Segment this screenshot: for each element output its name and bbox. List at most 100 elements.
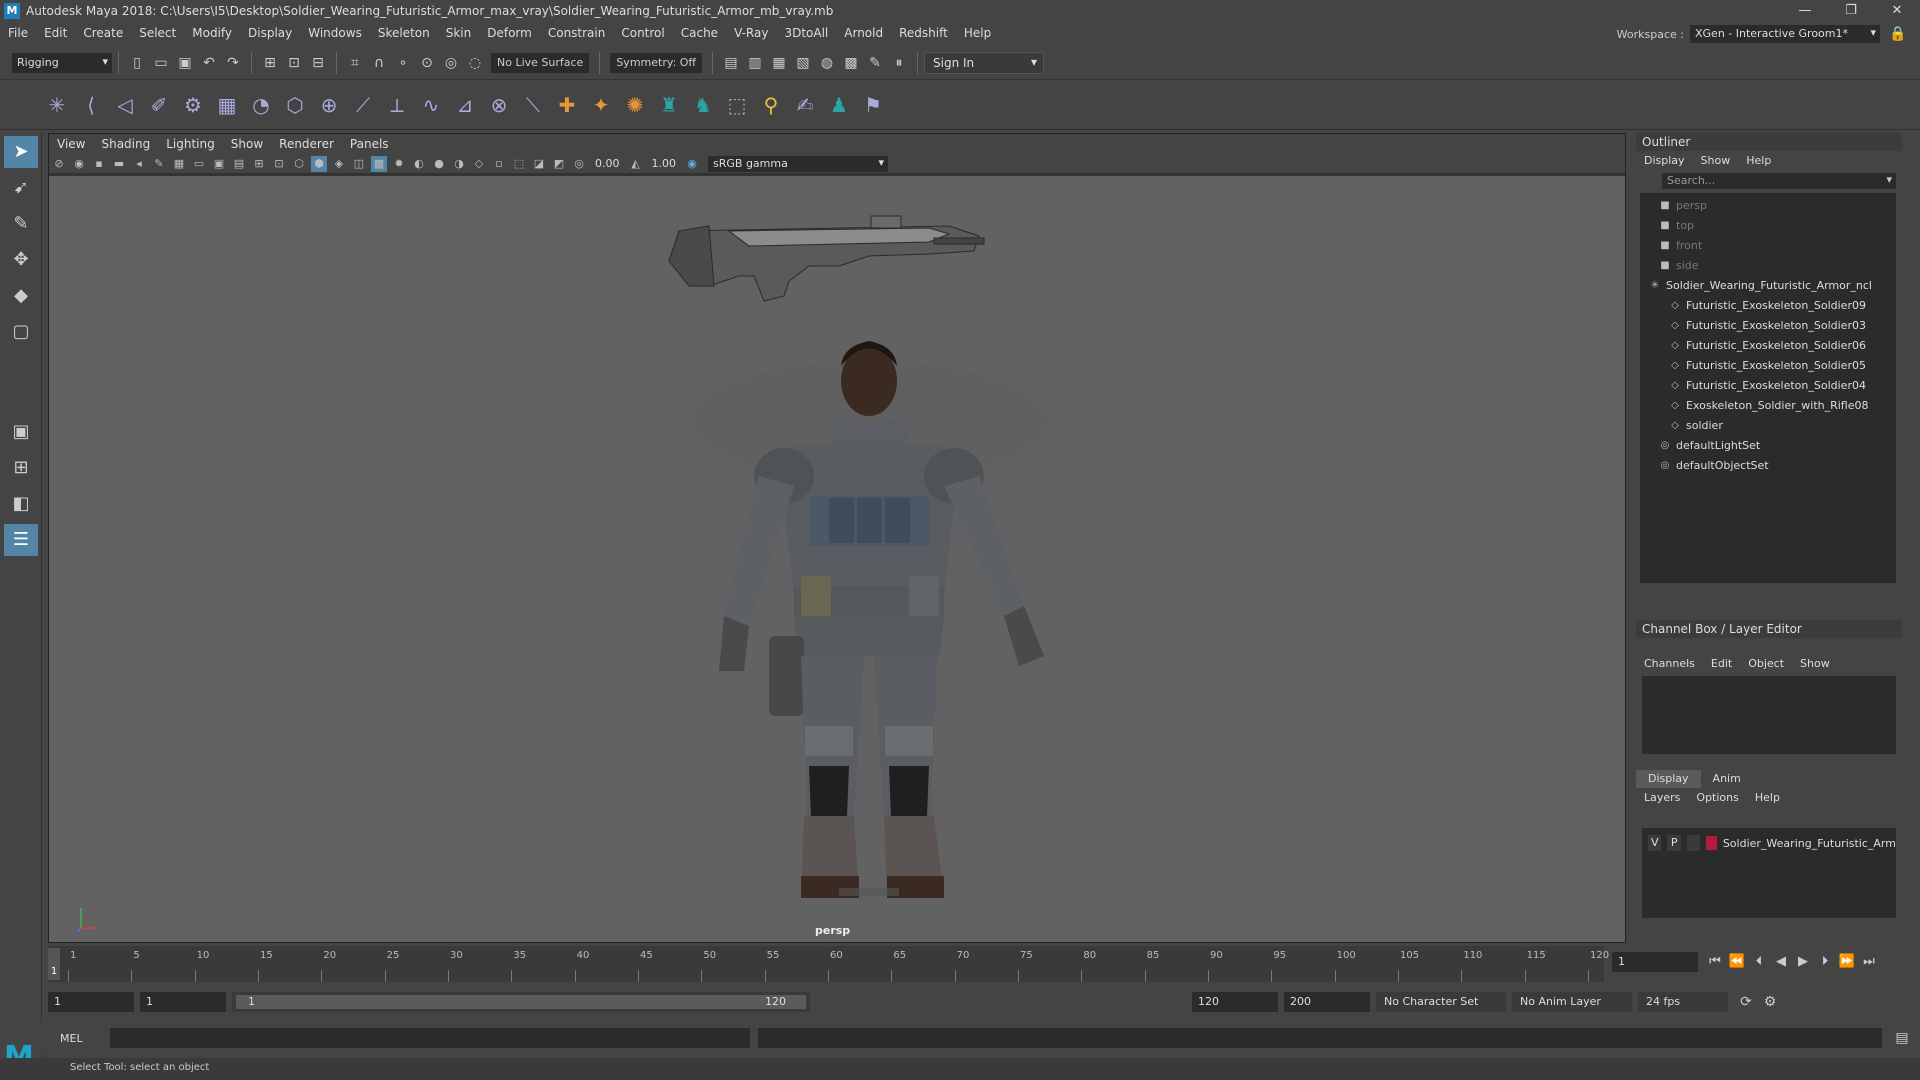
outliner-item[interactable]: ◇ Futuristic_Exoskeleton_Soldier04 (1640, 375, 1896, 395)
color-management-icon[interactable]: ◉ (684, 156, 700, 172)
ambient-occlusion-icon[interactable]: ● (431, 156, 447, 172)
vray-render-icon[interactable]: ▩ (841, 53, 861, 73)
step-forward-key-icon[interactable]: ⏩ (1836, 952, 1858, 972)
menu-windows[interactable]: Windows (300, 26, 370, 40)
select-component-icon[interactable]: ⊟ (308, 53, 328, 73)
paint-weights-icon[interactable]: ◔ (247, 91, 275, 119)
channel-box-area[interactable] (1642, 676, 1896, 754)
lock-icon[interactable]: 🔒 (1888, 24, 1908, 44)
outliner-item[interactable]: ■ persp (1640, 195, 1896, 215)
render-icon[interactable]: ▤ (721, 53, 741, 73)
anti-alias-icon[interactable]: ◇ (471, 156, 487, 172)
channel-menu-object[interactable]: Object (1740, 657, 1792, 670)
step-back-frame-icon[interactable]: ⏴ (1748, 952, 1770, 972)
film-gate-icon[interactable]: ▭ (191, 156, 207, 172)
play-forward-icon[interactable]: ▶ (1792, 952, 1814, 972)
outliner-menu-show[interactable]: Show (1693, 154, 1739, 167)
render-view-icon[interactable]: ▥ (745, 53, 765, 73)
paint-skin-icon[interactable]: ✍ (791, 91, 819, 119)
menu-v-ray[interactable]: V-Ray (726, 26, 776, 40)
camera-select-icon[interactable]: ⊘ (51, 156, 67, 172)
bind-skin-icon[interactable]: ▦ (213, 91, 241, 119)
playback-start-field[interactable]: 1 (140, 992, 226, 1012)
menu-file[interactable]: File (0, 26, 36, 40)
aim-constraint-icon[interactable]: ⟂ (383, 91, 411, 119)
safe-action-icon[interactable]: ⊡ (271, 156, 287, 172)
xray-joints-icon[interactable]: ⬚ (511, 156, 527, 172)
menu-skeleton[interactable]: Skeleton (370, 26, 438, 40)
script-editor-icon[interactable]: ▤ (1892, 1028, 1912, 1048)
fps-dropdown[interactable]: 24 fps (1638, 992, 1728, 1012)
layer-menu-help[interactable]: Help (1747, 791, 1788, 804)
maximize-button[interactable]: ❐ (1828, 0, 1874, 22)
outliner-item[interactable]: ◇ Futuristic_Exoskeleton_Soldier03 (1640, 315, 1896, 335)
snap-live-icon[interactable]: ◌ (465, 53, 485, 73)
outliner-item[interactable]: ◇ Futuristic_Exoskeleton_Soldier05 (1640, 355, 1896, 375)
hypershade-icon[interactable]: ◍ (817, 53, 837, 73)
outliner-item[interactable]: ■ front (1640, 235, 1896, 255)
step-back-key-icon[interactable]: ⏪ (1726, 952, 1748, 972)
live-surface-field[interactable]: No Live Surface (491, 52, 590, 73)
close-button[interactable]: ✕ (1874, 0, 1920, 22)
range-bar[interactable]: 1 120 (232, 992, 810, 1012)
scale-tool-icon[interactable]: ▢ (4, 316, 38, 348)
loop-icon[interactable]: ⟳ (1736, 992, 1756, 1012)
layer-playback-toggle[interactable]: P (1667, 835, 1681, 851)
layer-display-type[interactable] (1686, 835, 1701, 851)
snap-grid-icon[interactable]: ⌗ (345, 53, 365, 73)
gamma-icon[interactable]: ◭ (628, 156, 644, 172)
vray-ipr-icon[interactable]: ✎ (865, 53, 885, 73)
go-to-start-icon[interactable]: ⏮ (1704, 952, 1726, 972)
menu-cache[interactable]: Cache (673, 26, 726, 40)
cluster-icon[interactable]: ✦ (587, 91, 615, 119)
menu-arnold[interactable]: Arnold (836, 26, 891, 40)
undo-icon[interactable]: ↶ (199, 53, 219, 73)
layer-tab-display[interactable]: Display (1636, 770, 1701, 788)
mirror-joint-icon[interactable]: ⚙ (179, 91, 207, 119)
open-scene-icon[interactable]: ▭ (151, 53, 171, 73)
menu-deform[interactable]: Deform (479, 26, 540, 40)
anim-start-field[interactable]: 1 (48, 992, 134, 1012)
layer-color-swatch[interactable] (1706, 836, 1717, 850)
menu-modify[interactable]: Modify (184, 26, 240, 40)
paint-select-icon[interactable]: ✎ (4, 208, 38, 240)
rotate-tool-icon[interactable]: ◆ (4, 280, 38, 312)
menu-edit[interactable]: Edit (36, 26, 75, 40)
quick-rig-icon[interactable]: ⬚ (723, 91, 751, 119)
gate-mask-icon[interactable]: ▤ (231, 156, 247, 172)
layout-two-icon[interactable]: ◧ (4, 488, 38, 520)
viewport-menu-shading[interactable]: Shading (93, 137, 158, 151)
character-set-dropdown[interactable]: No Character Set (1376, 992, 1506, 1012)
image-plane-icon[interactable]: ▬ (111, 156, 127, 172)
script-language-label[interactable]: MEL (60, 1032, 110, 1045)
field-chart-icon[interactable]: ⊞ (251, 156, 267, 172)
channel-menu-show[interactable]: Show (1792, 657, 1838, 670)
wireframe-icon[interactable]: ⬡ (291, 156, 307, 172)
camera-attr-icon[interactable]: ◉ (71, 156, 87, 172)
locator-icon[interactable]: ✚ (553, 91, 581, 119)
character-controls-icon[interactable]: ♞ (689, 91, 717, 119)
textured-icon[interactable]: ◫ (351, 156, 367, 172)
bookmark-icon[interactable]: ▪ (91, 156, 107, 172)
shadows-icon[interactable]: ◐ (411, 156, 427, 172)
anim-end-field[interactable]: 200 (1284, 992, 1370, 1012)
viewport-menu-view[interactable]: View (49, 137, 93, 151)
viewport-menu-renderer[interactable]: Renderer (271, 137, 342, 151)
motion-blur-icon[interactable]: ◑ (451, 156, 467, 172)
hik-icon[interactable]: ✺ (621, 91, 649, 119)
snap-point-icon[interactable]: ∘ (393, 53, 413, 73)
ik-spline-icon[interactable]: ◁ (111, 91, 139, 119)
move-tool-icon[interactable]: ✥ (4, 244, 38, 276)
wireframe-on-shaded-icon[interactable]: ◈ (331, 156, 347, 172)
snap-surface-icon[interactable]: ◎ (441, 53, 461, 73)
playback-end-field[interactable]: 120 (1192, 992, 1278, 1012)
snap-curve-icon[interactable]: ∩ (369, 53, 389, 73)
hik-definition-icon[interactable]: ♟ (825, 91, 853, 119)
menu-skin[interactable]: Skin (438, 26, 480, 40)
outliner-item[interactable]: ◇ Futuristic_Exoskeleton_Soldier09 (1640, 295, 1896, 315)
lasso-tool-icon[interactable]: ➹ (4, 172, 38, 204)
pole-vector-icon[interactable]: ⟍ (519, 91, 547, 119)
current-frame-marker[interactable]: 1 (48, 948, 60, 980)
xray-icon[interactable]: ▩ (371, 155, 387, 172)
parent-constraint-icon[interactable]: ⊗ (485, 91, 513, 119)
